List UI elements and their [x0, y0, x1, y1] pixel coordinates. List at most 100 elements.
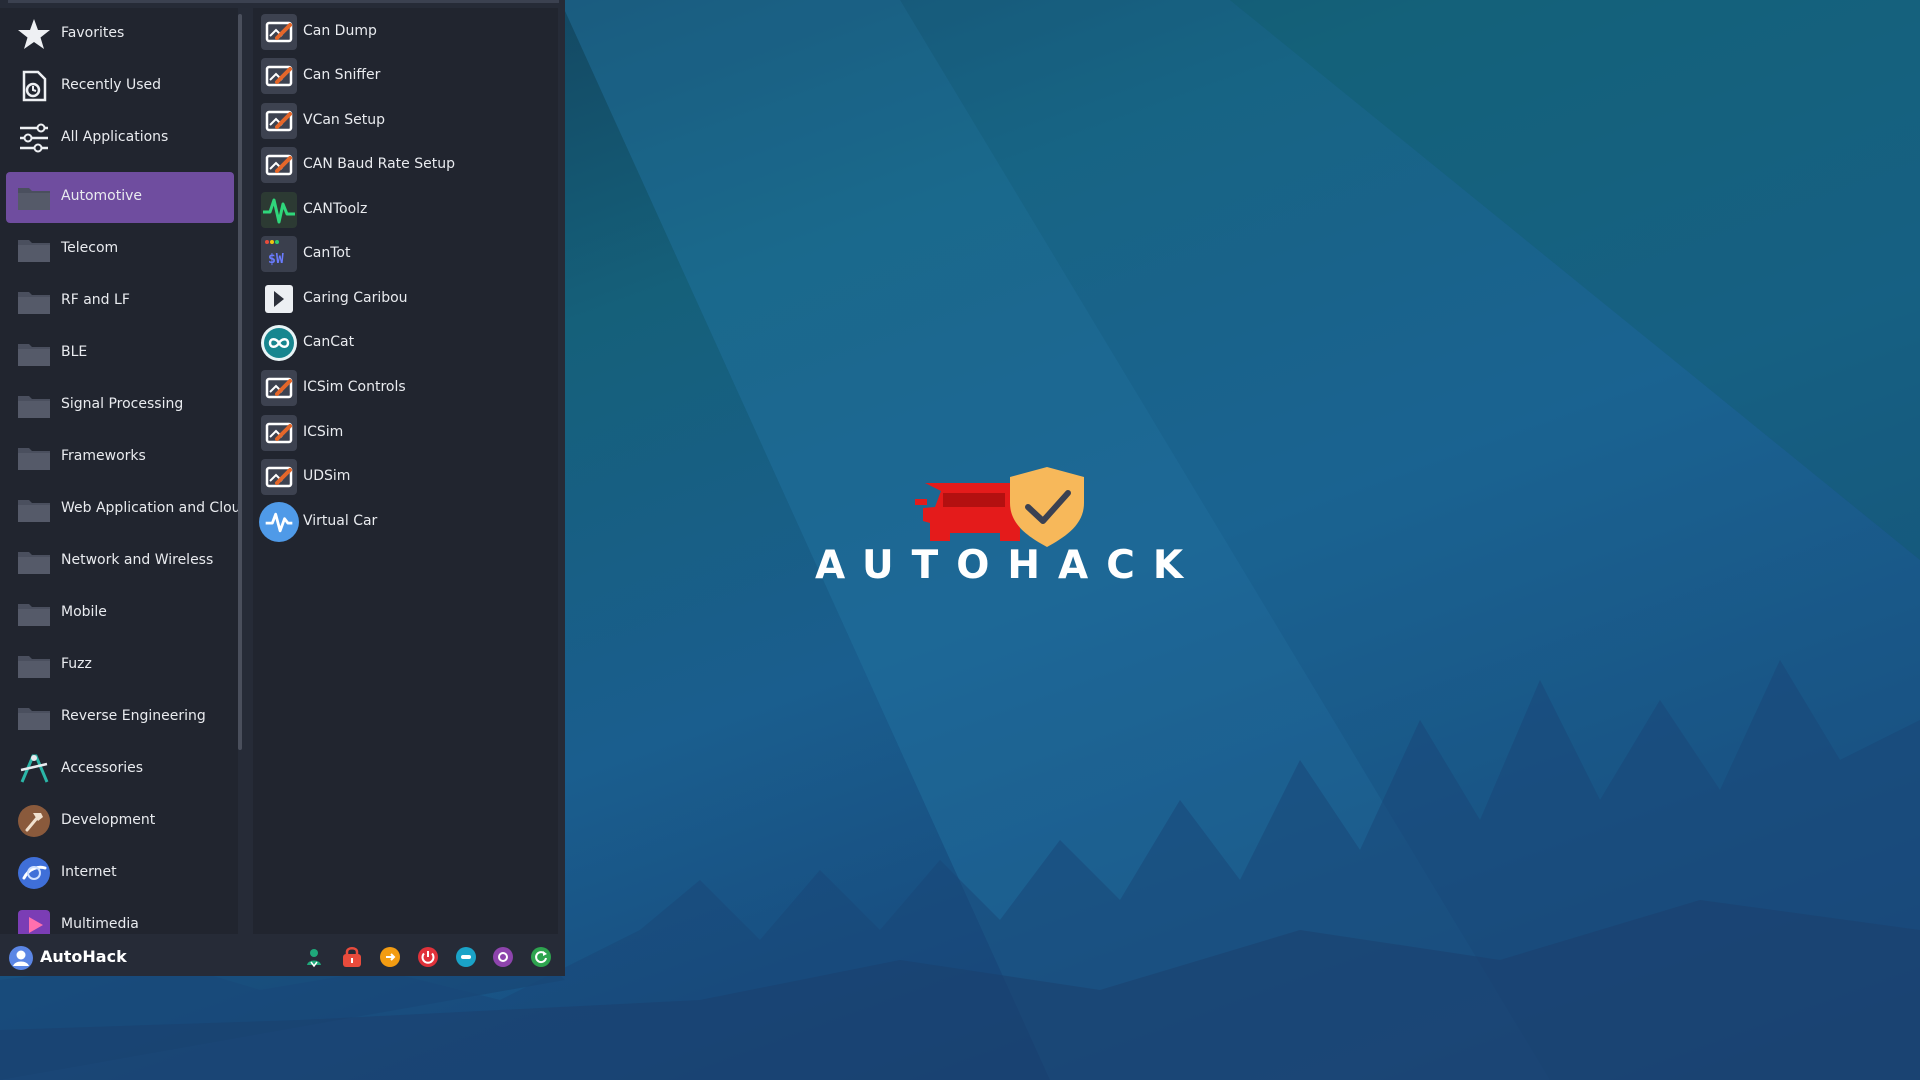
application-list: Can Dump Can Sniffer VCan Setup CAN Baud… — [253, 8, 558, 934]
category-label: Reverse Engineering — [61, 708, 206, 724]
category-label: Mobile — [61, 604, 107, 620]
terminal-icon — [261, 370, 297, 406]
menu-footer: AutoHack — [0, 938, 565, 976]
logo-text: AUTOHACK — [815, 543, 1202, 588]
app-label: ICSim — [303, 424, 344, 440]
infinity-icon — [261, 325, 297, 361]
folder-icon — [18, 708, 50, 730]
category-label: Multimedia — [61, 916, 139, 932]
globe-icon — [18, 857, 50, 889]
folder-icon — [18, 500, 50, 522]
terminal-icon — [261, 14, 297, 50]
category-label: Automotive — [61, 188, 142, 204]
category-automotive[interactable]: Automotive — [6, 172, 234, 223]
category-accessories[interactable]: Accessories — [6, 744, 234, 795]
star-icon — [18, 19, 50, 49]
app-label: UDSim — [303, 468, 351, 484]
category-label: All Applications — [61, 129, 169, 145]
prompt-icon — [265, 285, 293, 313]
app-label: ICSim Controls — [303, 379, 406, 395]
category-label: RF and LF — [61, 292, 130, 308]
app-label: CANToolz — [303, 201, 368, 217]
terminal-icon — [261, 58, 297, 94]
menu-search-bar-edge — [8, 0, 559, 3]
hammer-icon — [18, 805, 50, 837]
category-label: Frameworks — [61, 448, 146, 464]
folder-icon — [18, 344, 50, 366]
lock-icon[interactable] — [340, 945, 364, 969]
category-all-applications[interactable]: All Applications — [6, 113, 234, 164]
category-label: Development — [61, 812, 156, 828]
suspend-icon[interactable] — [454, 945, 478, 969]
logout-icon[interactable] — [378, 945, 402, 969]
category-frameworks[interactable]: Frameworks — [6, 432, 234, 483]
category-ble[interactable]: BLE — [6, 328, 234, 379]
category-internet[interactable]: Internet — [6, 848, 234, 899]
app-icsim[interactable]: ICSim — [257, 411, 555, 455]
power-icon[interactable] — [416, 945, 440, 969]
category-scrollbar[interactable] — [238, 14, 242, 750]
app-can-baud-rate-setup[interactable]: CAN Baud Rate Setup — [257, 143, 555, 187]
category-list: Favorites Recently Used All Applications… — [0, 8, 238, 934]
hibernate-icon[interactable] — [491, 945, 515, 969]
category-label: Recently Used — [61, 77, 162, 93]
accessories-icon — [20, 754, 49, 783]
restart-icon[interactable] — [529, 945, 553, 969]
app-udsim[interactable]: UDSim — [257, 455, 555, 499]
app-can-dump[interactable]: Can Dump — [257, 10, 555, 54]
folder-icon — [18, 188, 50, 210]
category-label: Telecom — [61, 240, 119, 256]
folder-icon — [18, 448, 50, 470]
category-reverse-engineering[interactable]: Reverse Engineering — [6, 692, 234, 743]
category-network-and-wireless[interactable]: Network and Wireless — [6, 536, 234, 587]
folder-icon — [18, 604, 50, 626]
folder-icon — [18, 396, 50, 418]
app-label: CAN Baud Rate Setup — [303, 156, 455, 172]
application-menu: Favorites Recently Used All Applications… — [0, 0, 565, 976]
sliders-icon — [20, 123, 48, 153]
category-recently-used[interactable]: Recently Used — [6, 61, 234, 112]
category-telecom[interactable]: Telecom — [6, 224, 234, 275]
folder-icon — [18, 552, 50, 574]
terminal-icon — [261, 147, 297, 183]
app-icsim-controls[interactable]: ICSim Controls — [257, 366, 555, 410]
category-label: Favorites — [61, 25, 125, 41]
category-development[interactable]: Development — [6, 796, 234, 847]
category-signal-processing[interactable]: Signal Processing — [6, 380, 234, 431]
app-label: CanCat — [303, 334, 355, 350]
category-favorites[interactable]: Favorites — [6, 9, 234, 60]
app-can-sniffer[interactable]: Can Sniffer — [257, 54, 555, 98]
waveform-icon — [261, 192, 297, 228]
switch-user-icon[interactable] — [302, 945, 326, 969]
category-rf-and-lf[interactable]: RF and LF — [6, 276, 234, 327]
app-label: Can Sniffer — [303, 67, 381, 83]
folder-icon — [18, 656, 50, 678]
app-label: CanTot — [303, 245, 351, 261]
autohack-logo: AUTOHACK — [815, 463, 1202, 593]
app-cancat[interactable]: CanCat — [257, 321, 555, 365]
svg-text:$W: $W — [268, 252, 284, 267]
category-label: Network and Wireless — [61, 552, 214, 568]
category-label: Signal Processing — [61, 396, 184, 412]
category-mobile[interactable]: Mobile — [6, 588, 234, 639]
shell-icon: $W — [261, 236, 297, 272]
app-label: Virtual Car — [303, 513, 378, 529]
app-label: VCan Setup — [303, 112, 386, 128]
category-label: Accessories — [61, 760, 144, 776]
category-label: Web Application and Cloud — [61, 500, 238, 516]
category-fuzz[interactable]: Fuzz — [6, 640, 234, 691]
terminal-icon — [261, 459, 297, 495]
app-label: Caring Caribou — [303, 290, 408, 306]
category-label: Fuzz — [61, 656, 92, 672]
user-icon[interactable] — [9, 946, 33, 970]
app-cantoolz[interactable]: CANToolz — [257, 188, 555, 232]
folder-icon — [18, 292, 50, 314]
app-vcan-setup[interactable]: VCan Setup — [257, 99, 555, 143]
app-cantot[interactable]: $W CanTot — [257, 232, 555, 276]
app-virtual-car[interactable]: Virtual Car — [257, 500, 555, 544]
category-web-application-and-cloud[interactable]: Web Application and Cloud — [6, 484, 238, 535]
multimedia-icon — [18, 910, 50, 934]
car-shield-icon — [915, 467, 1084, 547]
category-multimedia[interactable]: Multimedia — [6, 900, 234, 934]
app-caring-caribou[interactable]: Caring Caribou — [257, 277, 555, 321]
